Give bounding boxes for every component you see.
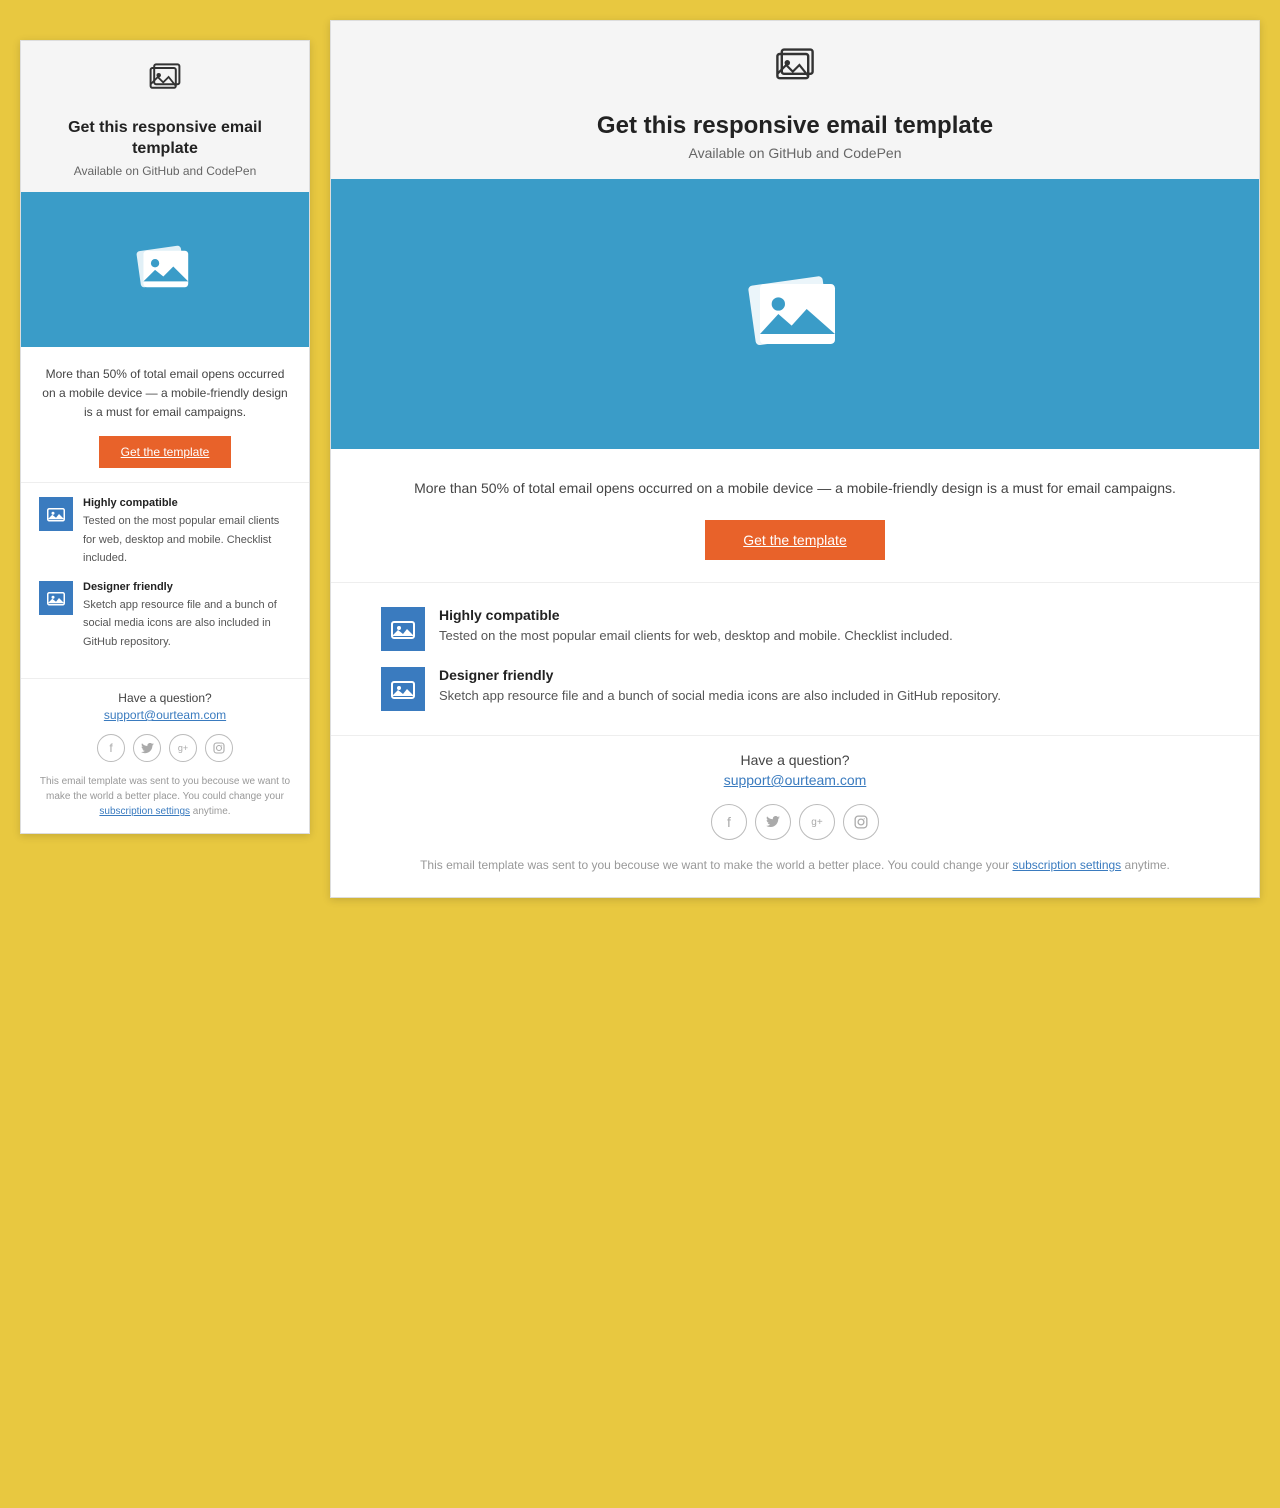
mobile-title: Get this responsive email template — [41, 118, 289, 160]
desktop-feature-title-2: Designer friendly — [439, 667, 1001, 683]
mobile-features-section: Highly compatible Tested on the most pop… — [21, 482, 309, 678]
desktop-feature-text-1: Highly compatible Tested on the most pop… — [439, 607, 953, 646]
mobile-body-section: More than 50% of total email opens occur… — [21, 347, 309, 483]
desktop-feature-icon-2 — [381, 667, 425, 711]
desktop-feature-image-icon-1 — [391, 617, 415, 641]
mobile-title-area: Get this responsive email template Avail… — [21, 110, 309, 192]
desktop-features-section: Highly compatible Tested on the most pop… — [331, 582, 1259, 735]
desktop-feature-image-icon-2 — [391, 677, 415, 701]
mobile-feature-text-1: Highly compatible Tested on the most pop… — [83, 497, 291, 567]
mobile-subscription-link[interactable]: subscription settings — [99, 806, 190, 817]
desktop-subtitle: Available on GitHub and CodePen — [371, 145, 1219, 161]
mobile-feature-item-2: Designer friendly Sketch app resource fi… — [39, 581, 291, 651]
feature-image-icon-2 — [47, 589, 65, 607]
desktop-hero-icon — [735, 264, 855, 364]
mobile-top-icon-area — [21, 41, 309, 110]
outer-wrapper: Get this responsive email template Avail… — [20, 20, 1260, 898]
mobile-feature-title-2: Designer friendly — [83, 581, 291, 593]
desktop-gplus-icon[interactable]: g+ — [799, 804, 835, 840]
mobile-feature-desc-1: Tested on the most popular email clients… — [83, 515, 279, 564]
desktop-feature-item-2: Designer friendly Sketch app resource fi… — [381, 667, 1209, 711]
desktop-question: Have a question? — [381, 752, 1209, 768]
mobile-hero-banner — [21, 192, 309, 347]
desktop-twitter-icon[interactable] — [755, 804, 791, 840]
desktop-body-text: More than 50% of total email opens occur… — [391, 477, 1199, 500]
mobile-twitter-icon[interactable] — [133, 734, 161, 762]
desktop-top-icon — [773, 43, 817, 87]
mobile-feature-icon-2 — [39, 581, 73, 615]
mobile-feature-icon-1 — [39, 497, 73, 531]
mobile-footer-note: This email template was sent to you beco… — [39, 774, 291, 819]
feature-image-icon-1 — [47, 505, 65, 523]
mobile-feature-title-1: Highly compatible — [83, 497, 291, 509]
desktop-footer-note: This email template was sent to you beco… — [381, 856, 1209, 875]
desktop-top-icon-area — [331, 21, 1259, 104]
desktop-email-link[interactable]: support@ourteam.com — [381, 772, 1209, 788]
desktop-body-section: More than 50% of total email opens occur… — [331, 449, 1259, 582]
mobile-hero-icon — [130, 240, 200, 298]
desktop-feature-icon-1 — [381, 607, 425, 651]
desktop-title-area: Get this responsive email template Avail… — [331, 104, 1259, 179]
mobile-subtitle: Available on GitHub and CodePen — [41, 164, 289, 178]
mobile-gplus-icon[interactable]: g+ — [169, 734, 197, 762]
mobile-card: Get this responsive email template Avail… — [20, 40, 310, 834]
mobile-feature-desc-2: Sketch app resource file and a bunch of … — [83, 599, 277, 648]
desktop-feature-title-1: Highly compatible — [439, 607, 953, 623]
desktop-cta-button[interactable]: Get the template — [705, 520, 885, 560]
desktop-social-icons: f g+ — [381, 804, 1209, 840]
desktop-title: Get this responsive email template — [371, 112, 1219, 140]
desktop-hero-banner — [331, 179, 1259, 449]
desktop-instagram-icon[interactable] — [843, 804, 879, 840]
desktop-feature-desc-1: Tested on the most popular email clients… — [439, 628, 953, 643]
mobile-email-link[interactable]: support@ourteam.com — [39, 708, 291, 722]
desktop-footer-section: Have a question? support@ourteam.com f g… — [331, 735, 1259, 897]
desktop-feature-text-2: Designer friendly Sketch app resource fi… — [439, 667, 1001, 706]
mobile-feature-text-2: Designer friendly Sketch app resource fi… — [83, 581, 291, 651]
mobile-instagram-icon[interactable] — [205, 734, 233, 762]
desktop-card: Get this responsive email template Avail… — [330, 20, 1260, 898]
mobile-body-text: More than 50% of total email opens occur… — [39, 365, 291, 423]
mobile-social-icons: f g+ — [39, 734, 291, 762]
desktop-facebook-icon[interactable]: f — [711, 804, 747, 840]
mobile-facebook-icon[interactable]: f — [97, 734, 125, 762]
mobile-feature-item-1: Highly compatible Tested on the most pop… — [39, 497, 291, 567]
mobile-footer-section: Have a question? support@ourteam.com f g… — [21, 678, 309, 833]
desktop-feature-item-1: Highly compatible Tested on the most pop… — [381, 607, 1209, 651]
desktop-feature-desc-2: Sketch app resource file and a bunch of … — [439, 688, 1001, 703]
mobile-question: Have a question? — [39, 691, 291, 705]
mobile-cta-button[interactable]: Get the template — [99, 436, 232, 468]
mobile-top-icon — [147, 59, 183, 95]
desktop-subscription-link[interactable]: subscription settings — [1012, 858, 1121, 872]
